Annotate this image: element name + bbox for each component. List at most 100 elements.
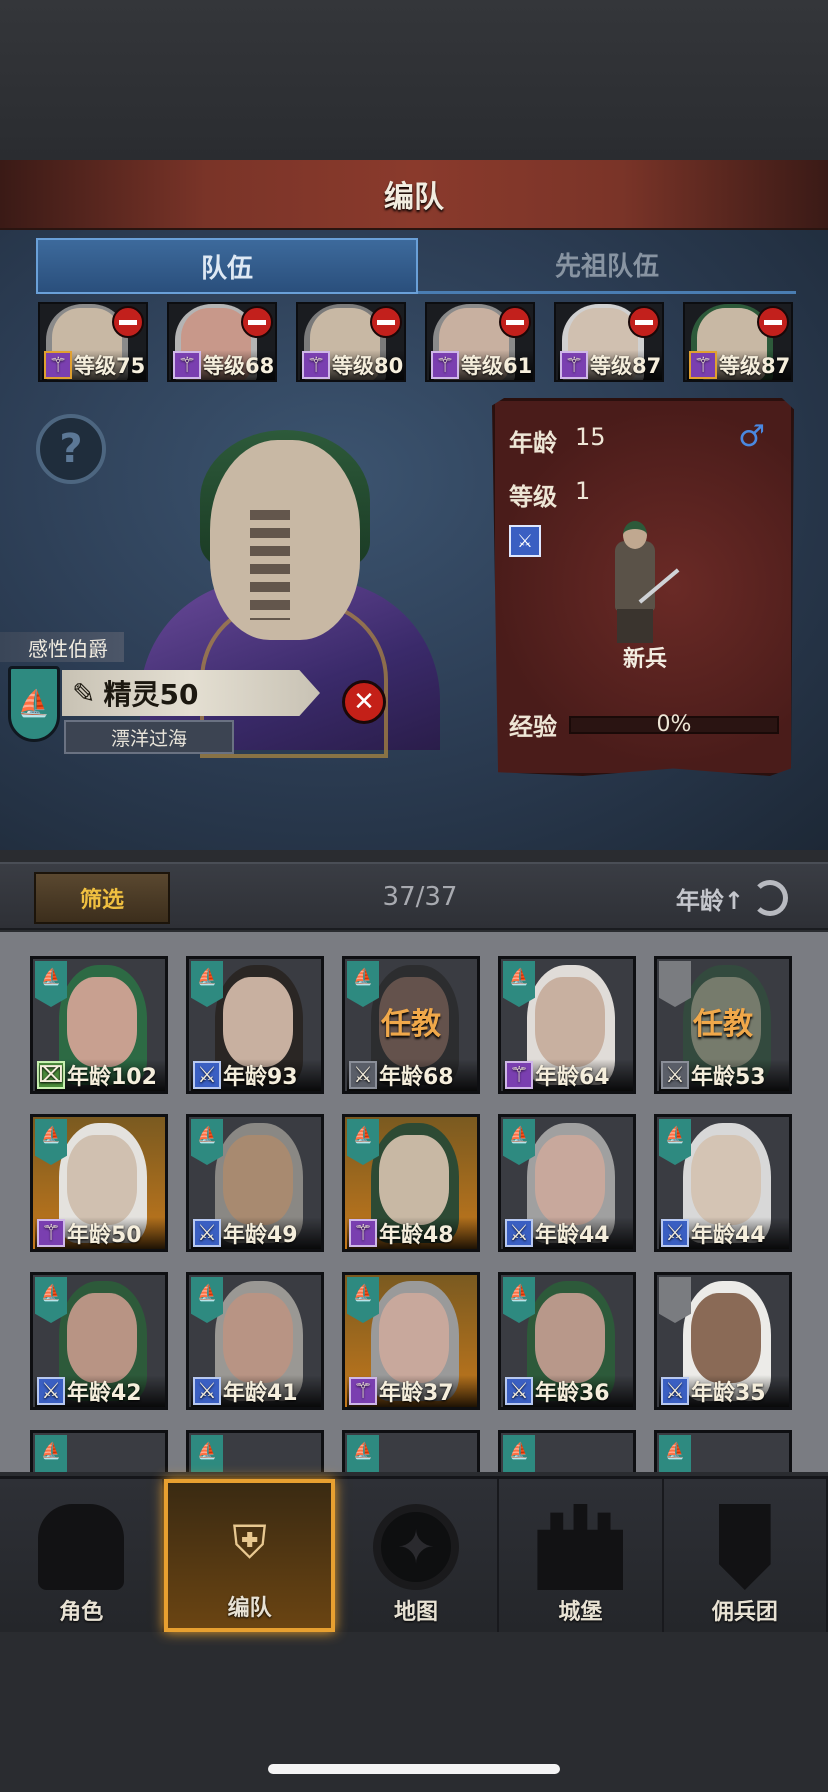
team-member-card[interactable]: ⚚ 等级87 (554, 302, 664, 382)
refresh-sort-icon[interactable] (752, 880, 788, 916)
member-level: ⚚ 等级68 (171, 350, 275, 380)
edit-pencil-icon[interactable]: ✎ (72, 677, 95, 710)
roster-age: ⌧ 年龄102 (35, 1059, 165, 1091)
roster-age-label: 年龄48 (379, 1223, 454, 1248)
sword-class-icon: ⚔ (509, 525, 541, 557)
character-name-plate[interactable]: ✎ 精灵50 (62, 670, 320, 716)
roster-face (691, 1293, 761, 1383)
house-banner-icon (659, 1277, 691, 1323)
sword-icon: ⚔ (349, 1061, 377, 1089)
knight-icon (38, 1504, 125, 1590)
member-level-label: 等级87 (590, 354, 662, 378)
roster-card[interactable]: ⛵ ⚚ 年龄37 (342, 1272, 480, 1410)
team-tabs: 队伍 先祖队伍 (36, 238, 796, 294)
roster-card[interactable]: ⛵ 任教 ⚔ 年龄68 (342, 956, 480, 1094)
roster-card[interactable]: ⚔ 年龄35 (654, 1272, 792, 1410)
roster-card[interactable]: ⛵ ⌧ 年龄102 (30, 956, 168, 1094)
team-member-card[interactable]: ⚚ 等级80 (296, 302, 406, 382)
roster-card[interactable]: ⛵ ⚔ 年龄44 (654, 1114, 792, 1252)
portrait-face-paint (250, 510, 290, 620)
roster-card[interactable]: ⛵ (30, 1430, 168, 1472)
roster-face (223, 977, 293, 1067)
staff-icon: ⚚ (560, 351, 588, 379)
roster-face (223, 1135, 293, 1225)
nav-label-formation: 编队 (227, 1596, 272, 1621)
remove-member-icon[interactable] (757, 306, 789, 338)
roster-card[interactable]: ⛵ ⚔ 年龄36 (498, 1272, 636, 1410)
member-level: ⚚ 等级87 (687, 350, 791, 380)
character-trait[interactable]: 漂洋过海 (64, 720, 234, 754)
house-banner-icon: ⛵ (347, 1277, 379, 1323)
level-label: 等级 (509, 483, 557, 511)
sword-icon: ⚔ (193, 1219, 221, 1247)
help-icon[interactable]: ? (36, 414, 106, 484)
roster-face (691, 1135, 761, 1225)
member-level-label: 等级87 (719, 354, 791, 378)
sort-control[interactable]: 年龄↑ (676, 880, 788, 916)
remove-member-icon[interactable] (499, 306, 531, 338)
roster-card[interactable]: ⛵ ⚚ 年龄64 (498, 956, 636, 1094)
mercenary-banner-icon (719, 1504, 771, 1590)
remove-member-icon[interactable] (241, 306, 273, 338)
sort-label[interactable]: 年龄↑ (676, 881, 744, 916)
nav-item-formation[interactable]: ⛨ 编队 (164, 1479, 335, 1632)
roster-card[interactable]: ⛵ ⚚ 年龄48 (342, 1114, 480, 1252)
roster-card[interactable]: ⛵ ⚔ 年龄42 (30, 1272, 168, 1410)
remove-member-icon[interactable] (628, 306, 660, 338)
roster-age: ⚔ 年龄42 (35, 1375, 165, 1407)
house-banner-icon: ⛵ (35, 961, 67, 1007)
roster-age: ⚔ 年龄36 (503, 1375, 633, 1407)
roster-card[interactable]: ⛵ (498, 1430, 636, 1472)
roster-age: ⚚ 年龄48 (347, 1217, 477, 1249)
member-level: ⚚ 等级80 (300, 350, 404, 380)
nav-item-character[interactable]: 角色 (0, 1479, 165, 1632)
nav-item-castle[interactable]: 城堡 (499, 1479, 664, 1632)
roster-age: ⚔ 年龄68 (347, 1059, 477, 1091)
ship-shield-icon: ⛵ (8, 666, 60, 742)
roster-age: ⚔ 年龄44 (503, 1217, 633, 1249)
house-banner-icon: ⛵ (191, 1435, 223, 1472)
bow-icon: ⌧ (37, 1061, 65, 1089)
roster-card[interactable]: ⛵ ⚚ 年龄50 (30, 1114, 168, 1252)
tab-ancestor-team[interactable]: 先祖队伍 (418, 238, 796, 294)
roster-face (535, 1135, 605, 1225)
roster-card[interactable]: 任教 ⚔ 年龄53 (654, 956, 792, 1094)
character-name: 精灵50 (103, 678, 199, 711)
unit-figure (595, 521, 680, 643)
age-value: 15 (575, 423, 606, 451)
teaching-status: 任教 (693, 1007, 753, 1042)
nav-item-map[interactable]: ✦ 地图 (335, 1479, 500, 1632)
house-banner-icon: ⛵ (347, 1119, 379, 1165)
filter-button[interactable]: 筛选 (34, 872, 170, 924)
house-banner-icon: ⛵ (347, 1435, 379, 1472)
nav-item-mercenary[interactable]: 佣兵团 (664, 1479, 828, 1632)
team-panel: 队伍 先祖队伍 ⚚ 等级75 ⚚ 等级68 ⚚ 等级80 ⚚ 等级61 ⚚ 等级87 ⚚ 等级87 ?… (0, 230, 828, 850)
remove-member-icon[interactable] (370, 306, 402, 338)
roster-card[interactable]: ⛵ ⚔ 年龄93 (186, 956, 324, 1094)
roster-age-label: 年龄42 (67, 1381, 142, 1406)
roster-face (379, 1293, 449, 1383)
roster-card[interactable]: ⛵ ⚔ 年龄44 (498, 1114, 636, 1252)
roster-age-label: 年龄93 (223, 1065, 298, 1090)
remove-member-icon[interactable] (112, 306, 144, 338)
roster-age: ⚚ 年龄64 (503, 1059, 633, 1091)
team-member-card[interactable]: ⚚ 等级87 (683, 302, 793, 382)
team-member-card[interactable]: ⚚ 等级75 (38, 302, 148, 382)
team-member-card[interactable]: ⚚ 等级61 (425, 302, 535, 382)
house-banner-icon: ⛵ (659, 1119, 691, 1165)
top-backdrop (0, 0, 828, 160)
house-banner-icon: ⛵ (191, 1119, 223, 1165)
bottom-nav: 角色 ⛨ 编队 ✦ 地图 城堡 佣兵团 (0, 1476, 828, 1632)
roster-card[interactable]: ⛵ (654, 1430, 792, 1472)
roster-card[interactable]: ⛵ (186, 1430, 324, 1472)
member-level: ⚚ 等级61 (429, 350, 533, 380)
roster-card[interactable]: ⛵ ⚔ 年龄49 (186, 1114, 324, 1252)
dismiss-icon[interactable]: ✕ (342, 680, 386, 724)
roster-card[interactable]: ⛵ ⚔ 年龄41 (186, 1272, 324, 1410)
nav-label-mercenary: 佣兵团 (711, 1600, 778, 1625)
tab-team[interactable]: 队伍 (36, 238, 418, 294)
team-member-card[interactable]: ⚚ 等级68 (167, 302, 277, 382)
roster-card[interactable]: ⛵ (342, 1430, 480, 1472)
compass-icon: ✦ (373, 1504, 460, 1590)
home-indicator[interactable] (268, 1764, 560, 1774)
